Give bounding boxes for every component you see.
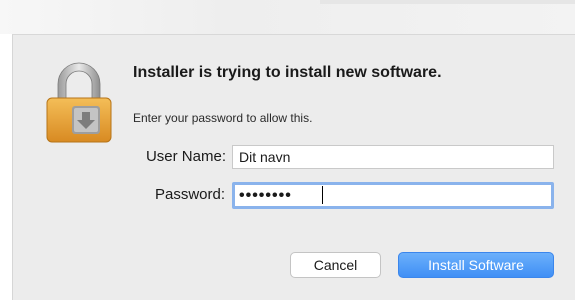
text-caret <box>322 186 323 204</box>
window-edge <box>320 0 575 4</box>
dialog-subtitle: Enter your password to allow this. <box>133 111 313 125</box>
cancel-button[interactable]: Cancel <box>290 252 381 278</box>
install-software-button[interactable]: Install Software <box>398 252 554 278</box>
window-background <box>0 0 575 34</box>
lock-icon <box>46 62 112 143</box>
password-label: Password: <box>154 186 225 203</box>
dialog-title: Installer is trying to install new softw… <box>133 64 442 81</box>
password-field[interactable] <box>232 182 554 209</box>
user-name-field[interactable] <box>232 145 554 169</box>
user-name-label: User Name: <box>145 148 226 165</box>
